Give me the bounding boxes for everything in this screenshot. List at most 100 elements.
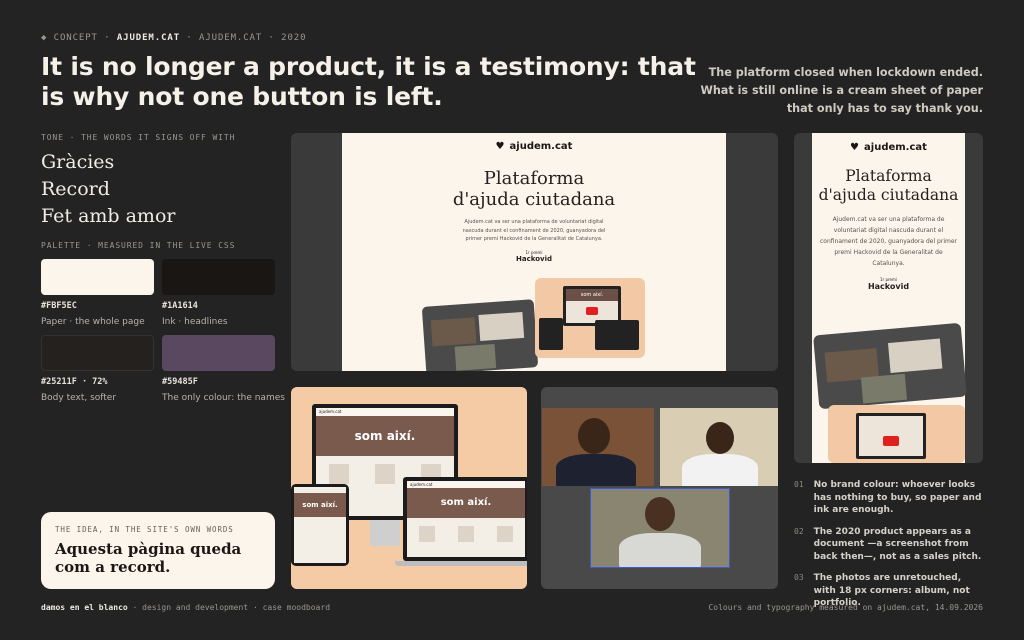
kicker: ◆ CONCEPT · AJUDEM.CAT · AJUDEM.CAT · 20… [41,33,306,43]
hero-banner: som així. [407,488,525,518]
badge-text: Hackovid [516,254,552,263]
idea-label: THE IDEA, IN THE SITE'S OWN WORDS [55,525,234,534]
person-head [645,497,675,531]
monitor-screen: som així. [566,289,618,323]
site-logo-text: ajudem.cat [864,142,927,153]
badge-text: Hackovid [867,282,910,291]
feature-tile [329,464,349,484]
site-title: Plataforma d'ajuda ciutadana [342,168,726,210]
heart-icon: ♥ [850,142,859,153]
site-logo: ♥ ajudem.cat [812,142,965,153]
feature-tile [497,526,514,542]
tone-word: Fet amb amor [41,205,176,227]
note-number: 02 [794,526,804,536]
swatch-ink [162,259,275,295]
list-item: 02 The 2020 product appears as a documen… [794,526,984,564]
kicker-brand: AJUDEM.CAT [116,33,181,43]
nav-bar: ajudem.cat [407,481,525,488]
hackovid-badge: 1r premi Hackovid [812,277,965,291]
nav-bar: ajudem.cat [316,408,454,416]
note-text: No brand colour: whoever looks has nothi… [813,480,982,515]
devices-card: som així. [535,278,645,358]
tablet: som així. [291,484,349,566]
swatch-desc: The only colour: the names [162,393,285,403]
kicker-year: · AJUDEM.CAT · 2020 [186,33,307,43]
monitor-stand [370,520,400,546]
swatch-hex: #FBF5EC [41,301,77,311]
swatch-desc: Body text, softer [41,393,117,403]
video-tile-3 [590,488,730,568]
laptop [595,320,639,350]
swatch-accent [162,335,275,371]
site-title-line: d'ajuda ciutadana [452,189,616,210]
tone-label: TONE · THE WORDS IT SIGNS OFF WITH [41,133,236,142]
feature-tile [457,526,474,542]
swatch-paper [41,259,154,295]
footer-left: damos en el blanco · design and developm… [41,603,330,612]
hackovid-badge: 1r premi Hackovid [342,250,726,263]
swatch-desc: Ink · headlines [162,317,228,327]
page-title: It is no longer a product, it is a testi… [41,52,696,111]
footer-brand: damos en el blanco [41,603,128,612]
laptop: ajudem.cat som així. [395,477,527,566]
video-call-panel [541,387,778,589]
feature-tile [418,526,435,542]
devices-mockup-panel: ajudem.cat som així. som així. ajudem.ca… [291,387,527,589]
note-number: 01 [794,480,804,489]
kicker-concept: ◆ CONCEPT · [41,33,111,43]
swatch-hex: #1A1614 [162,301,198,311]
person-body [682,454,758,486]
video-tile-2 [660,408,778,486]
laptop-screen: ajudem.cat som així. [407,481,525,557]
person-head [706,422,734,454]
swatch-hex: #59485F [162,377,198,387]
site-title-line: Plataforma [845,167,932,185]
feature-row [407,526,525,542]
video-collage [421,299,539,371]
person-head [578,418,610,454]
heart-icon: ♥ [495,141,505,152]
swatch-body [41,335,154,371]
feature-tile [375,464,395,484]
site-page: ♥ ajudem.cat Plataforma d'ajuda ciutadan… [342,133,726,371]
site-title-line: d'ajuda ciutadana [818,186,959,204]
footer-right: Colours and typography measured on ajude… [708,603,983,612]
desktop-screenshot-panel: ♥ ajudem.cat Plataforma d'ajuda ciutadan… [291,133,778,371]
laptop-base [395,561,527,566]
person-body [556,454,636,486]
idea-quote: Aquesta pàgina queda com a record. [55,540,242,576]
site-page-mobile: ♥ ajudem.cat Plataforma d'ajuda ciutadan… [812,133,967,463]
person-body [619,533,701,567]
video-tile [860,373,907,404]
video-tile-1 [542,408,654,486]
site-body: Ajudem.cat va ser una plataforma de volu… [820,216,957,267]
tone-words: Gràcies Record Fet amb amor [41,149,175,230]
tablet [539,318,563,350]
play-icon [586,307,598,315]
hero-banner: som així. [294,493,346,517]
play-icon [883,436,899,446]
monitor [856,413,926,459]
devices-card [828,405,965,463]
notes-list: 01 No brand colour: whoever looks has no… [794,479,984,619]
site-logo-text: ajudem.cat [509,141,573,152]
video-tile [430,317,477,347]
video-tile [454,344,497,371]
sidenote: The platform closed when lockdown ended.… [700,66,984,115]
hero-banner: som així. [316,416,454,456]
hero-banner: som així. [566,289,618,301]
site-title-line: Plataforma [483,168,585,189]
video-collage [813,322,967,410]
tone-word: Record [41,178,110,200]
site-title: Plataforma d'ajuda ciutadana [812,167,965,205]
site-logo: ♥ ajudem.cat [342,141,726,152]
video-tile [478,311,525,341]
swatch-hex: #25211F · 72% [41,377,108,387]
footer-rest: · design and development · case moodboar… [132,603,331,612]
note-text: The 2020 product appears as a document —… [813,526,982,562]
video-tile [887,338,943,373]
tablet-screen: som així. [294,487,346,563]
mobile-screenshot-panel: ♥ ajudem.cat Plataforma d'ajuda ciutadan… [794,133,983,463]
swatch-desc: Paper · the whole page [41,317,145,327]
monitor-screen [859,416,923,456]
